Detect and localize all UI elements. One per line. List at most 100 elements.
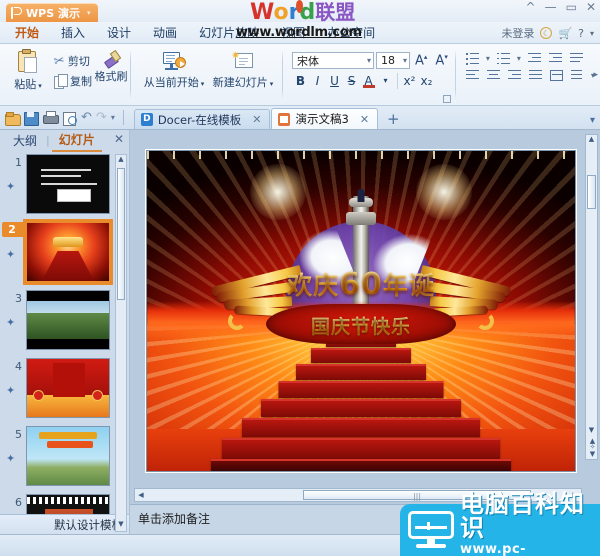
chevron-down-icon[interactable]: ▾: [515, 50, 523, 67]
undo-icon[interactable]: ↶: [81, 111, 92, 124]
tab-slideshow[interactable]: 幻灯片放映: [188, 21, 270, 45]
scroll-down-icon[interactable]: ▼: [116, 520, 126, 531]
new-tab-button[interactable]: +: [379, 112, 408, 129]
slide-thumbnail[interactable]: [26, 154, 110, 214]
tab-home[interactable]: 开始: [4, 21, 50, 46]
slide-thumbnail[interactable]: [26, 426, 110, 486]
tab-outline[interactable]: 大纲: [6, 130, 44, 151]
list-item[interactable]: 2 ✦: [0, 219, 129, 285]
italic-button[interactable]: I: [309, 72, 326, 89]
login-status-label[interactable]: 未登录: [501, 25, 534, 41]
tab-office-space[interactable]: 办公空间: [316, 21, 386, 45]
list-item[interactable]: 6: [0, 494, 129, 514]
doc-tab-presentation3[interactable]: 演示文稿3 ✕: [271, 108, 379, 129]
ribbon-overflow-button[interactable]: ▸: [593, 70, 598, 80]
slide-sorter-view-button[interactable]: [554, 538, 571, 553]
font-family-select[interactable]: 宋体 ▾: [292, 52, 374, 69]
line-spacing-button[interactable]: [567, 50, 586, 67]
moon-icon[interactable]: ☾: [540, 27, 553, 39]
slide-thumbnail[interactable]: [26, 494, 110, 514]
slide-vertical-scrollbar[interactable]: ▲ ▼ ▲ ✧ ▼: [585, 134, 598, 460]
font-color-button[interactable]: A: [360, 72, 377, 89]
slide-thumbnail[interactable]: [23, 219, 113, 285]
help-icon[interactable]: ?: [578, 27, 584, 40]
tab-slides[interactable]: 幻灯片: [51, 129, 102, 152]
chevron-down-icon[interactable]: ▾: [377, 72, 394, 89]
underline-button[interactable]: U: [326, 72, 343, 89]
print-icon[interactable]: [43, 110, 59, 125]
scrollbar-thumb[interactable]: [587, 175, 596, 209]
font-dialog-launcher[interactable]: [442, 95, 451, 103]
customize-caret-icon[interactable]: ▾: [111, 113, 115, 122]
slide-thumbnail[interactable]: [26, 358, 110, 418]
scroll-up-icon[interactable]: ▲: [586, 135, 597, 146]
navigator-scrollbar[interactable]: ▲ ▼: [115, 154, 127, 532]
list-item[interactable]: 1 ✦: [0, 154, 129, 214]
scroll-down-icon[interactable]: ▼: [586, 426, 597, 437]
chevron-down-icon[interactable]: ▾: [400, 56, 407, 65]
slide-thumbnail[interactable]: [26, 290, 110, 350]
chevron-down-icon[interactable]: ▾: [484, 50, 492, 67]
app-menu-tab[interactable]: WPS 演示 ▾: [6, 3, 99, 22]
tab-view[interactable]: 视图: [270, 21, 316, 45]
strikethrough-button[interactable]: S: [343, 72, 360, 89]
close-icon[interactable]: ✕: [360, 113, 369, 126]
cart-icon[interactable]: 🛒: [558, 27, 572, 40]
tab-design[interactable]: 设计: [96, 21, 142, 45]
decrease-indent-button[interactable]: [525, 50, 544, 67]
chevron-down-icon[interactable]: ▾: [590, 29, 594, 38]
redo-icon[interactable]: ↷: [96, 111, 107, 124]
next-slide-button[interactable]: ▼: [588, 451, 597, 458]
minimize-button[interactable]: —: [545, 1, 557, 13]
scroll-left-icon[interactable]: ◀: [135, 491, 147, 499]
list-item[interactable]: 5 ✦: [0, 426, 129, 486]
print-preview-icon[interactable]: [62, 111, 77, 126]
maximize-button[interactable]: ▭: [566, 1, 577, 13]
format-painter-button[interactable]: 格式刷: [95, 48, 128, 84]
text-direction-button[interactable]: [568, 67, 587, 84]
font-size-select[interactable]: 18 ▾: [376, 52, 410, 69]
current-slide[interactable]: 欢庆60年诞 国庆节快乐: [146, 150, 576, 472]
doc-tab-docer[interactable]: Docer-在线模板 ✕: [133, 109, 271, 129]
chevron-down-icon[interactable]: ▾: [364, 56, 371, 65]
open-icon[interactable]: [5, 111, 21, 126]
shrink-font-button[interactable]: A▾: [432, 53, 450, 68]
tab-insert[interactable]: 插入: [50, 21, 96, 45]
save-icon[interactable]: [24, 111, 39, 126]
scroll-right-icon[interactable]: ▶: [569, 491, 581, 499]
normal-view-button[interactable]: [531, 538, 548, 553]
numbered-list-button[interactable]: [494, 50, 513, 67]
cut-button[interactable]: ✂ 剪切: [50, 51, 96, 71]
align-center-button[interactable]: [484, 67, 503, 84]
subscript-button[interactable]: x₂: [418, 72, 435, 89]
align-right-button[interactable]: [505, 67, 524, 84]
close-button[interactable]: ✕: [586, 1, 596, 13]
scroll-up-icon[interactable]: ▲: [116, 155, 126, 166]
distribute-button[interactable]: [547, 67, 566, 84]
bold-button[interactable]: B: [292, 72, 309, 89]
scrollbar-thumb[interactable]: |||: [303, 490, 531, 501]
collapse-ribbon-button[interactable]: ^: [526, 1, 536, 13]
tab-list-icon[interactable]: ▾: [590, 115, 595, 126]
slide-horizontal-scrollbar[interactable]: ◀ ||| ▶: [134, 488, 582, 502]
list-item[interactable]: 3 ✦: [0, 290, 129, 350]
increase-indent-button[interactable]: [546, 50, 565, 67]
close-icon[interactable]: ✕: [252, 113, 261, 126]
list-item[interactable]: 4 ✦: [0, 358, 129, 418]
close-icon[interactable]: ✕: [114, 132, 124, 146]
grow-font-button[interactable]: A▴: [412, 53, 430, 68]
slide-show-view-button[interactable]: [577, 538, 594, 553]
copy-button[interactable]: 复制: [50, 71, 96, 91]
superscript-button[interactable]: x²: [401, 72, 418, 89]
tab-animation[interactable]: 动画: [142, 21, 188, 45]
new-slide-button[interactable]: ✷ 新建幻灯片 ▾: [208, 48, 278, 90]
chevron-down-icon[interactable]: ▾: [87, 9, 91, 17]
start-from-current-button[interactable]: 从当前开始 ▾: [140, 48, 208, 90]
scrollbar-thumb[interactable]: [117, 168, 125, 300]
paste-button[interactable]: 粘贴 ▾: [6, 48, 50, 92]
justify-button[interactable]: [526, 67, 545, 84]
notes-toggle-button[interactable]: 备注: [486, 538, 525, 554]
bulleted-list-button[interactable]: [463, 50, 482, 67]
slide-thumbnail-list[interactable]: 1 ✦ 2 ✦ 3 ✦ 4 ✦ 5 ✦ 6: [0, 150, 129, 514]
design-template-status[interactable]: 默认设计模板: [0, 514, 129, 534]
